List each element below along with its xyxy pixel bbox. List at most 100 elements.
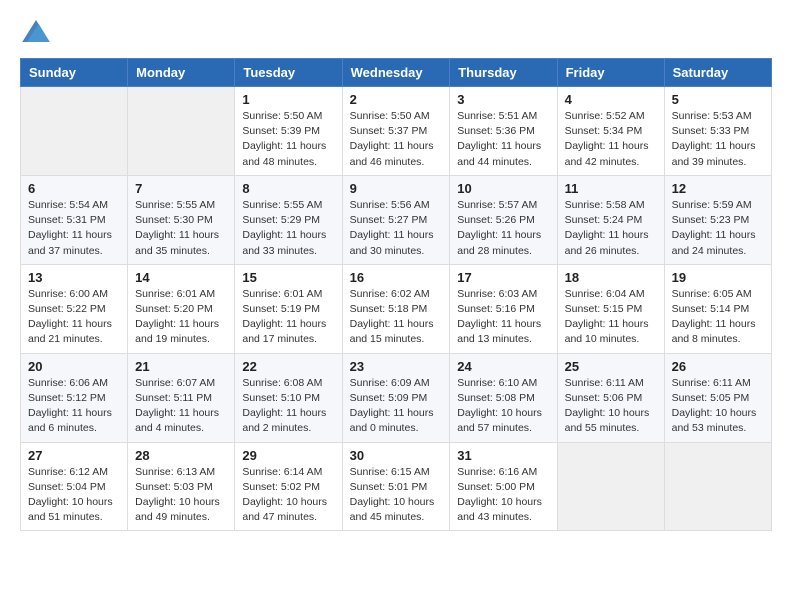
calendar-cell: 13 Sunrise: 6:00 AM Sunset: 5:22 PM Dayli… xyxy=(21,264,128,353)
day-number: 5 xyxy=(672,92,764,107)
calendar-cell: 1 Sunrise: 5:50 AM Sunset: 5:39 PM Daylig… xyxy=(235,87,342,176)
calendar-cell: 6Sunrise: 5:54 AM Sunset: 5:31 PM Daylig… xyxy=(21,175,128,264)
cell-content: Sunrise: 6:03 AM Sunset: 5:16 PM Dayligh… xyxy=(457,287,549,348)
day-number: 3 xyxy=(457,92,549,107)
calendar-cell: 31Sunrise: 6:16 AM Sunset: 5:00 PM Dayli… xyxy=(450,442,557,531)
weekday-header-thursday: Thursday xyxy=(450,59,557,87)
day-number: 31 xyxy=(457,448,549,463)
cell-content: Sunrise: 5:58 AM Sunset: 5:24 PM Dayligh… xyxy=(565,198,657,259)
cell-content: Sunrise: 5:59 AM Sunset: 5:23 PM Dayligh… xyxy=(672,198,764,259)
day-number: 4 xyxy=(565,92,657,107)
calendar-cell: 20Sunrise: 6:06 AM Sunset: 5:12 PM Dayli… xyxy=(21,353,128,442)
day-number: 17 xyxy=(457,270,549,285)
cell-content: Sunrise: 5:50 AM Sunset: 5:37 PM Dayligh… xyxy=(350,109,443,170)
day-number: 14 xyxy=(135,270,227,285)
cell-content: Sunrise: 5:57 AM Sunset: 5:26 PM Dayligh… xyxy=(457,198,549,259)
cell-content: Sunrise: 6:00 AM Sunset: 5:22 PM Dayligh… xyxy=(28,287,120,348)
cell-content: Sunrise: 6:13 AM Sunset: 5:03 PM Dayligh… xyxy=(135,465,227,526)
logo-icon xyxy=(22,20,50,42)
day-number: 29 xyxy=(242,448,334,463)
day-number: 22 xyxy=(242,359,334,374)
calendar-cell: 8 Sunrise: 5:55 AM Sunset: 5:29 PM Daylig… xyxy=(235,175,342,264)
page-header xyxy=(20,20,772,42)
day-number: 15 xyxy=(242,270,334,285)
cell-content: Sunrise: 5:51 AM Sunset: 5:36 PM Dayligh… xyxy=(457,109,549,170)
calendar-cell xyxy=(128,87,235,176)
cell-content: Sunrise: 5:56 AM Sunset: 5:27 PM Dayligh… xyxy=(350,198,443,259)
cell-content: Sunrise: 6:11 AM Sunset: 5:05 PM Dayligh… xyxy=(672,376,764,437)
weekday-header-saturday: Saturday xyxy=(664,59,771,87)
calendar-cell: 16Sunrise: 6:02 AM Sunset: 5:18 PM Dayli… xyxy=(342,264,450,353)
day-number: 7 xyxy=(135,181,227,196)
day-number: 30 xyxy=(350,448,443,463)
cell-content: Sunrise: 6:08 AM Sunset: 5:10 PM Dayligh… xyxy=(242,376,334,437)
weekday-header-sunday: Sunday xyxy=(21,59,128,87)
calendar-week-2: 6Sunrise: 5:54 AM Sunset: 5:31 PM Daylig… xyxy=(21,175,772,264)
calendar-cell xyxy=(21,87,128,176)
cell-content: Sunrise: 6:04 AM Sunset: 5:15 PM Dayligh… xyxy=(565,287,657,348)
day-number: 25 xyxy=(565,359,657,374)
calendar-cell: 25 Sunrise: 6:11 AM Sunset: 5:06 PM Dayli… xyxy=(557,353,664,442)
calendar-cell: 14 Sunrise: 6:01 AM Sunset: 5:20 PM Dayli… xyxy=(128,264,235,353)
cell-content: Sunrise: 6:12 AM Sunset: 5:04 PM Dayligh… xyxy=(28,465,120,526)
cell-content: Sunrise: 6:02 AM Sunset: 5:18 PM Dayligh… xyxy=(350,287,443,348)
logo xyxy=(20,20,54,42)
cell-content: Sunrise: 6:11 AM Sunset: 5:06 PM Dayligh… xyxy=(565,376,657,437)
cell-content: Sunrise: 6:10 AM Sunset: 5:08 PM Dayligh… xyxy=(457,376,549,437)
calendar-week-4: 20Sunrise: 6:06 AM Sunset: 5:12 PM Dayli… xyxy=(21,353,772,442)
calendar-cell: 29 Sunrise: 6:14 AM Sunset: 5:02 PM Dayli… xyxy=(235,442,342,531)
calendar-cell: 18 Sunrise: 6:04 AM Sunset: 5:15 PM Dayli… xyxy=(557,264,664,353)
day-number: 10 xyxy=(457,181,549,196)
weekday-header-friday: Friday xyxy=(557,59,664,87)
cell-content: Sunrise: 6:15 AM Sunset: 5:01 PM Dayligh… xyxy=(350,465,443,526)
calendar-cell: 28 Sunrise: 6:13 AM Sunset: 5:03 PM Dayli… xyxy=(128,442,235,531)
day-number: 8 xyxy=(242,181,334,196)
cell-content: Sunrise: 5:53 AM Sunset: 5:33 PM Dayligh… xyxy=(672,109,764,170)
day-number: 28 xyxy=(135,448,227,463)
cell-content: Sunrise: 6:01 AM Sunset: 5:19 PM Dayligh… xyxy=(242,287,334,348)
day-number: 19 xyxy=(672,270,764,285)
weekday-header-monday: Monday xyxy=(128,59,235,87)
weekday-header-tuesday: Tuesday xyxy=(235,59,342,87)
calendar-cell: 2 Sunrise: 5:50 AM Sunset: 5:37 PM Daylig… xyxy=(342,87,450,176)
cell-content: Sunrise: 6:06 AM Sunset: 5:12 PM Dayligh… xyxy=(28,376,120,437)
calendar-cell: 10 Sunrise: 5:57 AM Sunset: 5:26 PM Dayli… xyxy=(450,175,557,264)
day-number: 23 xyxy=(350,359,443,374)
day-number: 21 xyxy=(135,359,227,374)
calendar-cell xyxy=(557,442,664,531)
calendar-cell xyxy=(664,442,771,531)
cell-content: Sunrise: 6:09 AM Sunset: 5:09 PM Dayligh… xyxy=(350,376,443,437)
calendar-cell: 9Sunrise: 5:56 AM Sunset: 5:27 PM Daylig… xyxy=(342,175,450,264)
day-number: 1 xyxy=(242,92,334,107)
calendar-cell: 30 Sunrise: 6:15 AM Sunset: 5:01 PM Dayli… xyxy=(342,442,450,531)
calendar-week-5: 27Sunrise: 6:12 AM Sunset: 5:04 PM Dayli… xyxy=(21,442,772,531)
day-number: 13 xyxy=(28,270,120,285)
calendar-cell: 24 Sunrise: 6:10 AM Sunset: 5:08 PM Dayli… xyxy=(450,353,557,442)
cell-content: Sunrise: 6:05 AM Sunset: 5:14 PM Dayligh… xyxy=(672,287,764,348)
cell-content: Sunrise: 5:50 AM Sunset: 5:39 PM Dayligh… xyxy=(242,109,334,170)
cell-content: Sunrise: 6:14 AM Sunset: 5:02 PM Dayligh… xyxy=(242,465,334,526)
day-number: 26 xyxy=(672,359,764,374)
calendar-cell: 22 Sunrise: 6:08 AM Sunset: 5:10 PM Dayli… xyxy=(235,353,342,442)
calendar-header-row: SundayMondayTuesdayWednesdayThursdayFrid… xyxy=(21,59,772,87)
calendar-cell: 27Sunrise: 6:12 AM Sunset: 5:04 PM Dayli… xyxy=(21,442,128,531)
cell-content: Sunrise: 5:55 AM Sunset: 5:29 PM Dayligh… xyxy=(242,198,334,259)
day-number: 12 xyxy=(672,181,764,196)
calendar-cell: 12 Sunrise: 5:59 AM Sunset: 5:23 PM Dayli… xyxy=(664,175,771,264)
calendar-cell: 3 Sunrise: 5:51 AM Sunset: 5:36 PM Daylig… xyxy=(450,87,557,176)
cell-content: Sunrise: 5:55 AM Sunset: 5:30 PM Dayligh… xyxy=(135,198,227,259)
calendar-week-3: 13 Sunrise: 6:00 AM Sunset: 5:22 PM Dayli… xyxy=(21,264,772,353)
calendar-cell: 17 Sunrise: 6:03 AM Sunset: 5:16 PM Dayli… xyxy=(450,264,557,353)
weekday-header-wednesday: Wednesday xyxy=(342,59,450,87)
calendar-cell: 23 Sunrise: 6:09 AM Sunset: 5:09 PM Dayli… xyxy=(342,353,450,442)
cell-content: Sunrise: 6:01 AM Sunset: 5:20 PM Dayligh… xyxy=(135,287,227,348)
cell-content: Sunrise: 6:07 AM Sunset: 5:11 PM Dayligh… xyxy=(135,376,227,437)
day-number: 24 xyxy=(457,359,549,374)
day-number: 2 xyxy=(350,92,443,107)
calendar-cell: 5 Sunrise: 5:53 AM Sunset: 5:33 PM Daylig… xyxy=(664,87,771,176)
calendar-cell: 21 Sunrise: 6:07 AM Sunset: 5:11 PM Dayli… xyxy=(128,353,235,442)
calendar-cell: 19 Sunrise: 6:05 AM Sunset: 5:14 PM Dayli… xyxy=(664,264,771,353)
day-number: 18 xyxy=(565,270,657,285)
calendar-cell: 7 Sunrise: 5:55 AM Sunset: 5:30 PM Daylig… xyxy=(128,175,235,264)
cell-content: Sunrise: 5:52 AM Sunset: 5:34 PM Dayligh… xyxy=(565,109,657,170)
